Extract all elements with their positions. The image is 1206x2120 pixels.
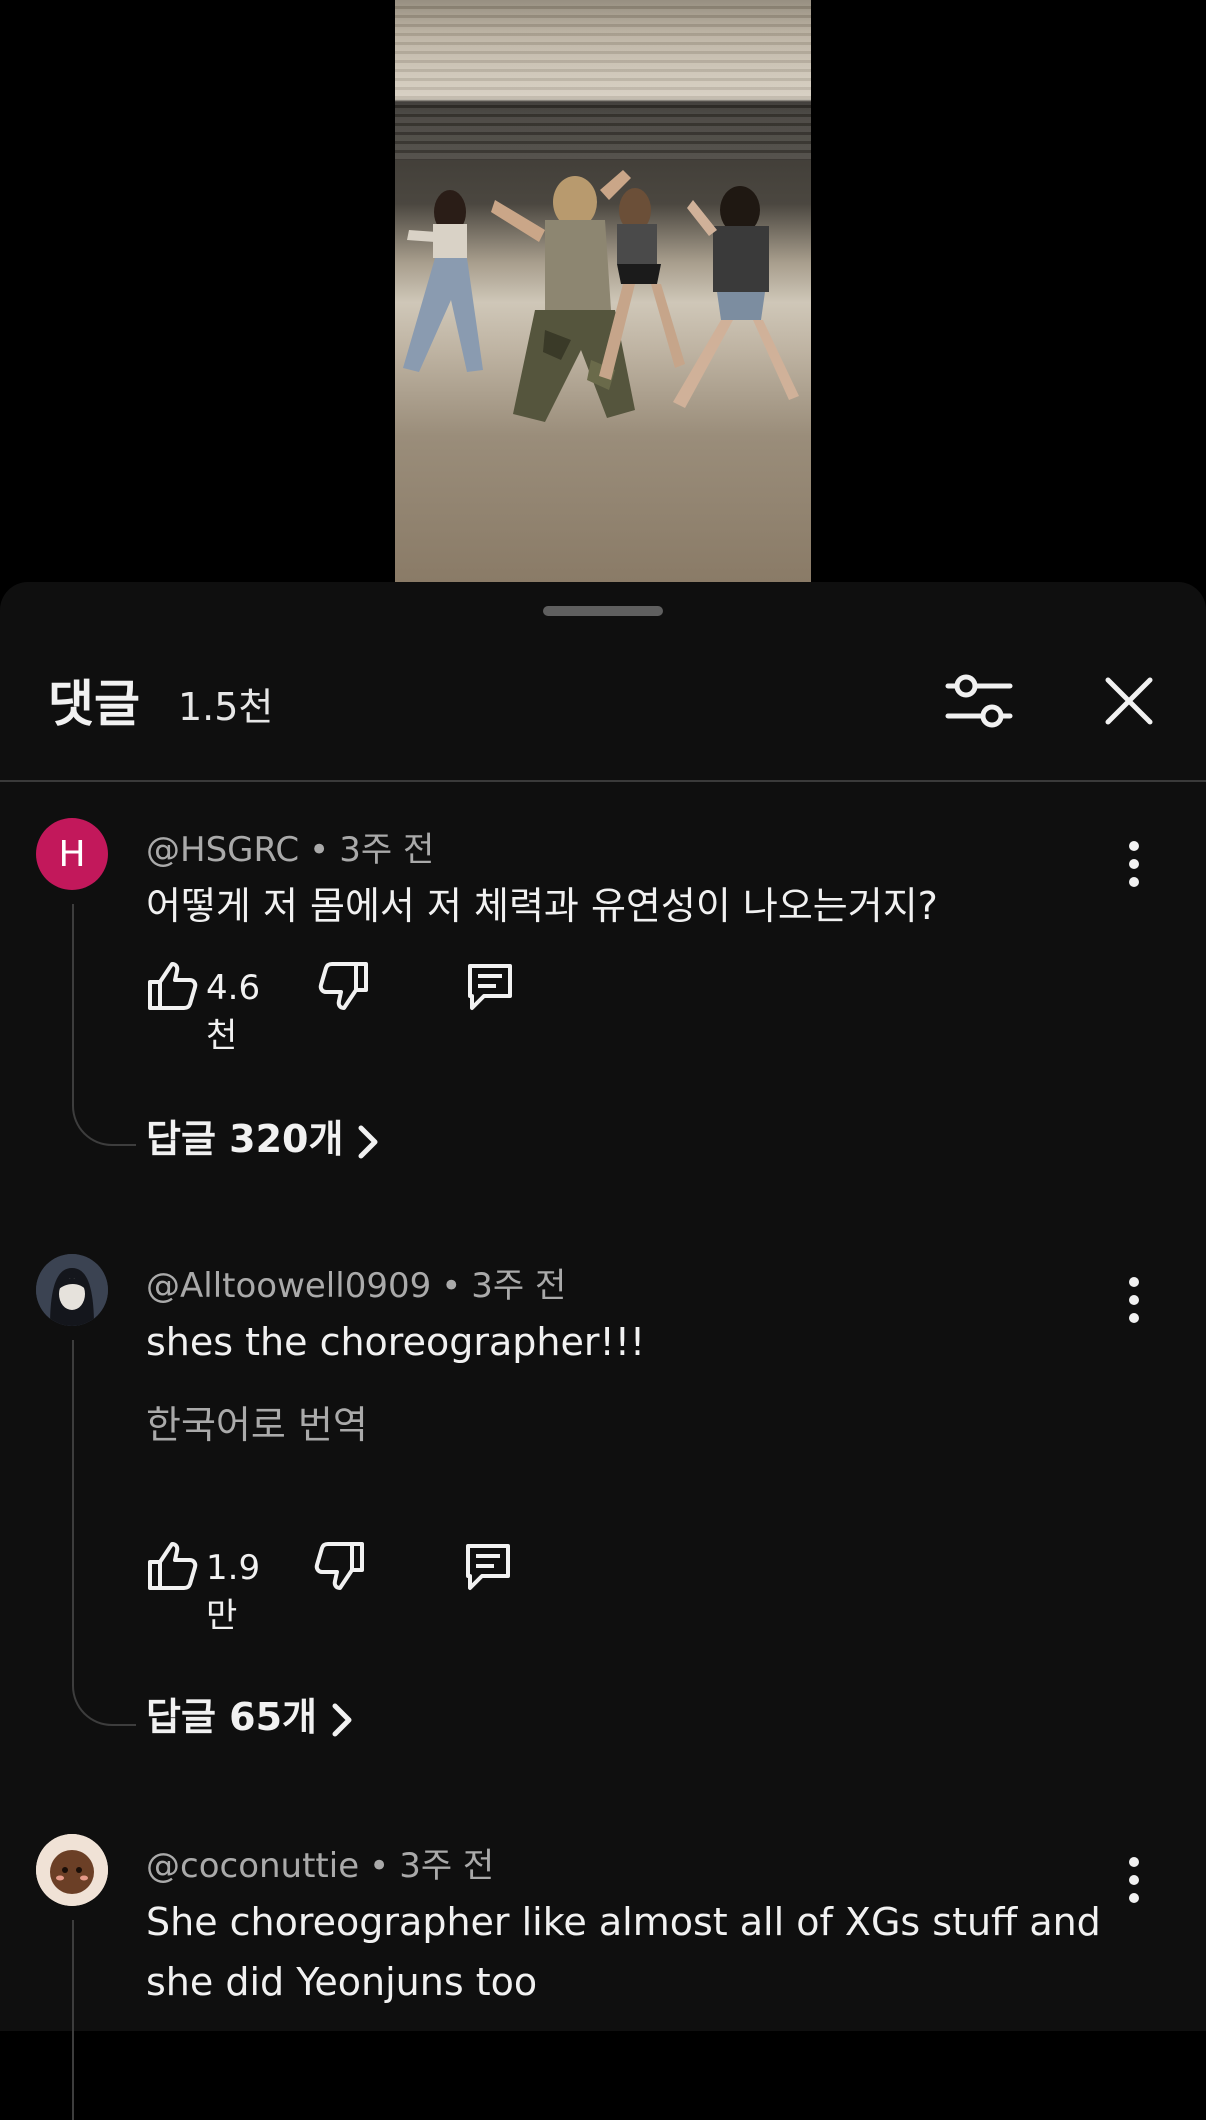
dancers-image <box>403 170 799 422</box>
comments-title: 댓글 <box>48 675 140 733</box>
comment-text: shes the choreographer!!! <box>146 1320 646 1364</box>
chevron-right-icon <box>332 1703 352 1736</box>
like-count: 4.6천 <box>206 968 261 1056</box>
avatar[interactable]: H <box>36 818 108 890</box>
replies-label: 답글 320개 <box>146 1117 344 1161</box>
comment-author[interactable]: @HSGRC <box>146 830 299 870</box>
close-icon[interactable] <box>1090 662 1168 740</box>
avatar-image <box>36 1834 108 1906</box>
header-divider <box>0 780 1206 782</box>
filter-icon[interactable] <box>940 662 1018 740</box>
thumb-down-icon[interactable] <box>312 1538 368 1594</box>
view-replies-button[interactable]: 답글 320개 <box>146 1108 383 1163</box>
comment-meta: @Alltoowell0909 • 3주 전 <box>146 1266 567 1306</box>
drag-handle[interactable] <box>543 606 663 616</box>
thumb-up-icon[interactable] <box>144 1538 200 1594</box>
thumb-down-icon[interactable] <box>316 958 372 1014</box>
thumb-up-icon[interactable] <box>144 958 200 1014</box>
avatar-image <box>36 1254 108 1326</box>
thread-line <box>72 1340 136 1726</box>
avatar-letter: H <box>58 833 86 875</box>
comment-author[interactable]: @Alltoowell0909 <box>146 1266 431 1306</box>
comments-sheet: 댓글 1.5천 H @HSGRC • 3주 전 어떻게 저 몸에서 저 체력과 유연… <box>0 582 1206 2120</box>
thread-line <box>72 1920 136 2120</box>
comment-meta: @coconuttie • 3주 전 <box>146 1846 495 1886</box>
comments-count: 1.5천 <box>178 685 274 729</box>
comment-time: 3주 전 <box>339 830 435 870</box>
comment-meta: @HSGRC • 3주 전 <box>146 830 435 870</box>
replies-label: 답글 65개 <box>146 1695 317 1739</box>
comment-text: 어떻게 저 몸에서 저 체력과 유연성이 나오는거지? <box>146 884 938 928</box>
view-replies-button[interactable]: 답글 65개 <box>146 1686 357 1741</box>
comment-time: 3주 전 <box>399 1846 495 1886</box>
avatar[interactable] <box>36 1834 108 1906</box>
reply-icon[interactable] <box>460 1538 516 1594</box>
comment-time: 3주 전 <box>471 1266 567 1306</box>
thread-line <box>72 904 136 1146</box>
window-blinds <box>395 0 811 160</box>
avatar[interactable] <box>36 1254 108 1326</box>
comment-author[interactable]: @coconuttie <box>146 1846 359 1886</box>
translate-link[interactable]: 한국어로 번역 <box>146 1394 368 1449</box>
comment-text: She choreographer like almost all of XGs… <box>146 1900 1101 2004</box>
comments-header: 댓글 1.5천 <box>0 642 1206 762</box>
video-frame[interactable] <box>395 0 811 582</box>
video-player[interactable] <box>0 0 1206 600</box>
like-count: 1.9만 <box>206 1548 261 1636</box>
chevron-right-icon <box>358 1125 378 1158</box>
reply-icon[interactable] <box>462 958 518 1014</box>
